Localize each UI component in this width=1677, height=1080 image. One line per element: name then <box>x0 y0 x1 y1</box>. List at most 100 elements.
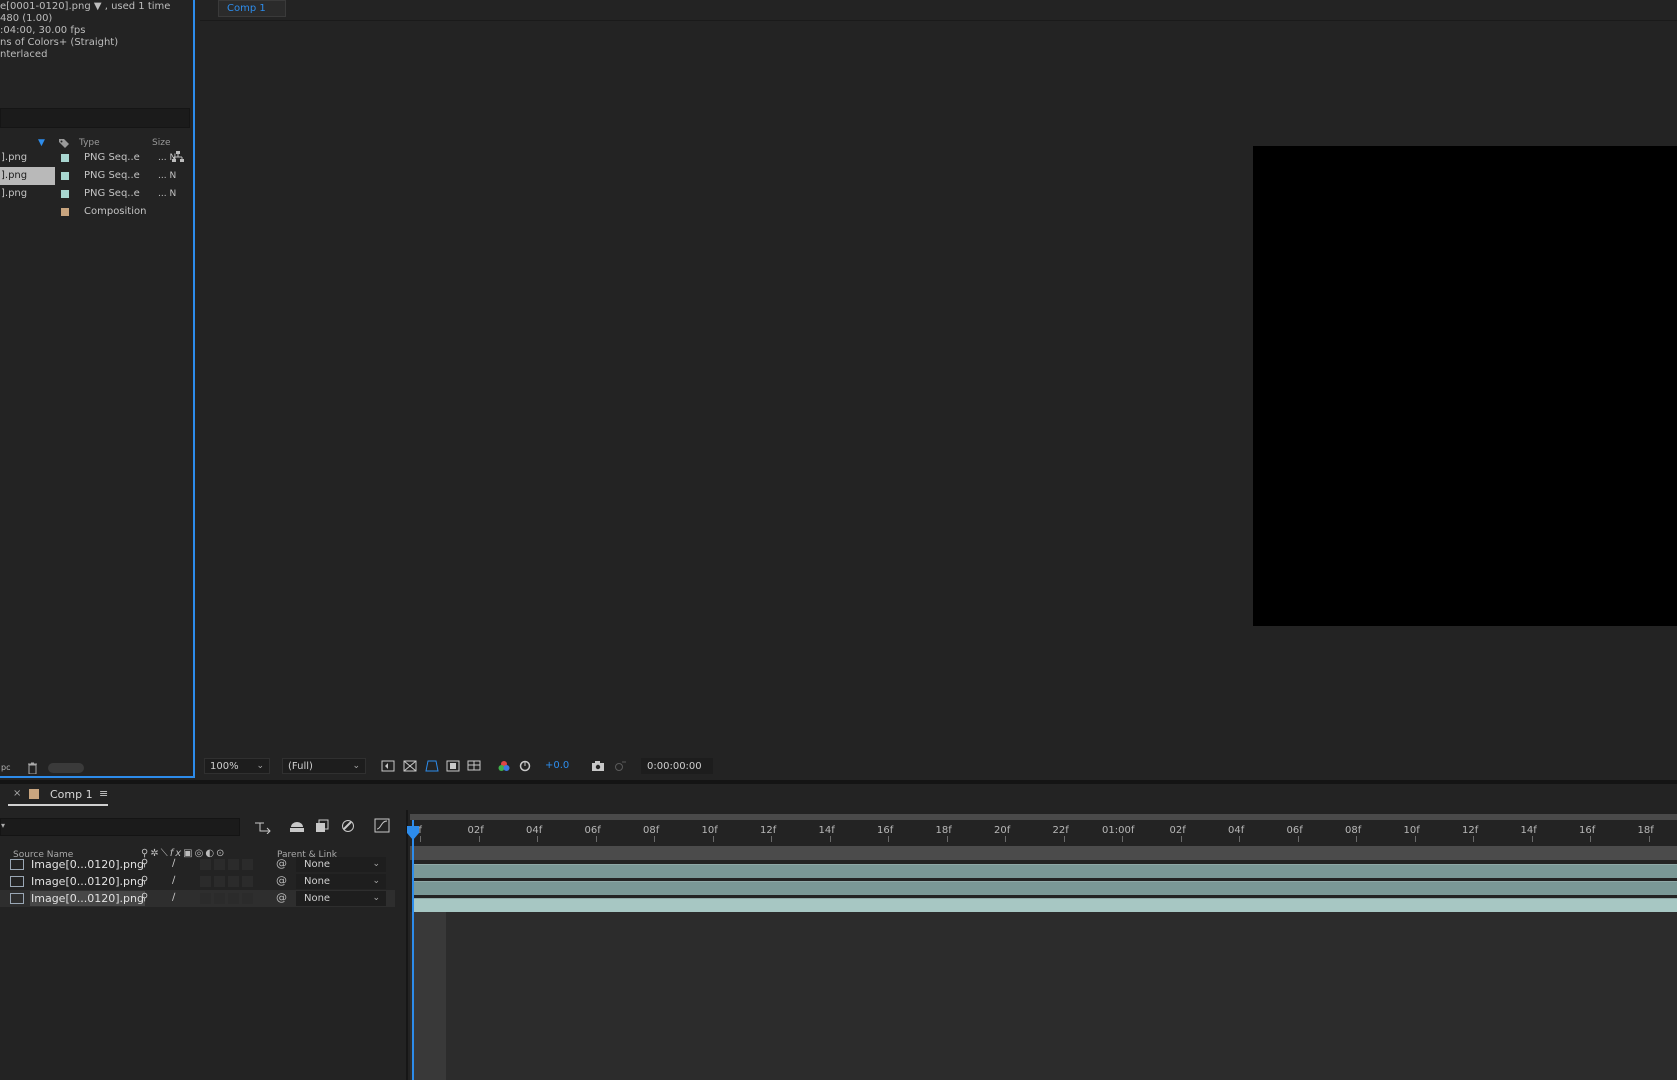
grid-guides-icon[interactable] <box>467 760 481 772</box>
parent-dropdown[interactable]: None ⌄ <box>296 891 386 906</box>
quality-switch-icon[interactable]: ∕ <box>172 858 175 869</box>
show-snapshot-icon[interactable] <box>613 760 627 772</box>
project-item-type: Composition <box>84 206 147 217</box>
current-time-indicator[interactable] <box>412 820 414 1080</box>
timeline-layer-row-selected[interactable]: Image[0...0120].png ⚲ ∕ @ None ⌄ <box>0 890 395 907</box>
current-time: 0:00:00:00 <box>647 761 702 772</box>
exposure-value[interactable]: +0.0 <box>545 760 569 771</box>
mask-visibility-icon[interactable] <box>425 760 439 772</box>
zoom-dropdown[interactable]: 100% ⌄ <box>204 758 270 774</box>
layer-search-input[interactable]: ▾ <box>0 818 240 836</box>
footage-layer-icon <box>10 876 24 887</box>
project-item-composition[interactable]: Composition <box>0 203 180 221</box>
switch-slot[interactable] <box>242 859 253 870</box>
switch-slot[interactable] <box>242 893 253 904</box>
switch-slot[interactable] <box>228 893 239 904</box>
ruler-tick-label: 22f <box>1052 825 1069 836</box>
label-swatch[interactable] <box>61 172 69 180</box>
switch-slot[interactable] <box>242 876 253 887</box>
chevron-down-icon: ⌄ <box>256 761 264 771</box>
switch-slot[interactable] <box>214 876 225 887</box>
project-item[interactable]: ].png PNG Seq..e ... N <box>0 149 180 167</box>
motion-blur-icon[interactable] <box>341 819 355 836</box>
graph-editor-icon[interactable] <box>374 818 390 836</box>
transparency-grid-icon[interactable] <box>403 760 417 772</box>
project-item-type: PNG Seq..e <box>84 188 140 199</box>
layer-duration-bar[interactable] <box>414 864 1677 878</box>
work-area-bar[interactable] <box>410 846 1677 860</box>
switch-slot[interactable] <box>228 876 239 887</box>
layer-duration-bar-selected[interactable] <box>414 898 1677 912</box>
footage-info-name: e[0001-0120].png ▼ , used 1 time <box>0 1 171 12</box>
shy-switch-icon[interactable]: ⚲ <box>141 875 148 886</box>
search-dropdown-icon[interactable]: ▾ <box>1 821 5 830</box>
label-swatch[interactable] <box>61 190 69 198</box>
timeline-tab-bar <box>0 784 1677 806</box>
parent-dropdown[interactable]: None ⌄ <box>296 857 386 872</box>
shy-layers-icon[interactable] <box>289 819 305 836</box>
switch-slot[interactable] <box>200 876 211 887</box>
switch-slot[interactable] <box>200 859 211 870</box>
ruler-tick-mark <box>771 836 772 842</box>
pick-whip-icon[interactable]: @ <box>276 857 287 870</box>
quality-switch-icon[interactable]: ∕ <box>172 892 175 903</box>
project-search-input[interactable] <box>0 108 190 128</box>
parent-value: None <box>304 893 331 904</box>
frame-blending-icon[interactable] <box>315 819 329 836</box>
reset-exposure-icon[interactable] <box>518 760 532 772</box>
column-type[interactable]: Type <box>79 138 100 148</box>
ruler-tick-mark <box>1297 836 1299 842</box>
project-item[interactable]: ].png PNG Seq..e ... N <box>0 185 180 203</box>
shy-switch-icon[interactable]: ⚲ <box>141 858 148 869</box>
quality-switch-icon[interactable]: ∕ <box>172 875 175 886</box>
project-item[interactable]: ].png PNG Seq..e ... N <box>0 167 180 185</box>
project-item-name: ].png <box>0 167 55 185</box>
timeline-empty-area[interactable] <box>410 912 1677 1080</box>
resolution-dropdown[interactable]: (Full) ⌄ <box>282 758 366 774</box>
fast-previews-icon[interactable] <box>381 760 395 772</box>
label-swatch[interactable] <box>61 208 69 216</box>
region-of-interest-icon[interactable] <box>446 760 460 772</box>
timeline-layer-row[interactable]: Image[0...0120].png ⚲ ∕ @ None ⌄ <box>0 873 395 890</box>
ruler-tick-mark <box>1063 836 1065 842</box>
flowchart-icon[interactable] <box>172 151 184 166</box>
layer-name[interactable]: Image[0...0120].png <box>30 874 145 889</box>
ruler-tick-label: 10f <box>701 825 718 836</box>
ruler-tick-mark <box>595 836 597 842</box>
label-swatch[interactable] <box>61 154 69 162</box>
tab-comp-1[interactable]: Comp 1 <box>218 0 286 17</box>
footage-info-dimensions: 480 (1.00) <box>0 13 53 24</box>
parent-dropdown[interactable]: None ⌄ <box>296 874 386 889</box>
ruler-tick-mark <box>478 836 480 842</box>
ruler-tick-label: 12f <box>1462 825 1479 836</box>
time-navigator-bar[interactable] <box>410 814 1677 820</box>
tab-timeline-comp-1[interactable]: × Comp 1 ≡ <box>8 784 108 806</box>
ruler-tick-label: 02f <box>1169 825 1186 836</box>
color-channels-icon[interactable] <box>497 760 511 772</box>
snapshot-camera-icon[interactable] <box>591 760 605 772</box>
sort-arrow-icon[interactable]: ▼ <box>38 138 45 148</box>
switch-slot[interactable] <box>200 893 211 904</box>
trash-icon[interactable] <box>27 762 38 777</box>
timeline-layer-row[interactable]: Image[0...0120].png ⚲ ∕ @ None ⌄ <box>0 856 395 873</box>
project-item-name: ].png <box>1 188 28 199</box>
timecode-display[interactable]: 0:00:00:00 <box>641 758 713 774</box>
shy-switch-icon[interactable]: ⚲ <box>141 892 148 903</box>
switch-slot[interactable] <box>214 893 225 904</box>
switch-slot[interactable] <box>214 859 225 870</box>
ruler-tick-mark <box>654 836 655 842</box>
layer-duration-bar[interactable] <box>414 881 1677 895</box>
layer-name[interactable]: Image[0...0120].png <box>30 891 145 906</box>
panel-menu-icon[interactable]: ≡ <box>99 787 108 800</box>
thumbnail-slider[interactable] <box>48 763 84 773</box>
bpc-label[interactable]: pc <box>1 763 10 772</box>
layer-name[interactable]: Image[0...0120].png <box>30 857 145 872</box>
comp-flowchart-icon[interactable] <box>254 820 272 837</box>
close-icon[interactable]: × <box>13 788 21 799</box>
composition-canvas[interactable] <box>1253 146 1677 626</box>
column-size[interactable]: Size <box>152 138 170 148</box>
pick-whip-icon[interactable]: @ <box>276 874 287 887</box>
switch-slot[interactable] <box>228 859 239 870</box>
timeline-divider[interactable] <box>406 810 408 1080</box>
pick-whip-icon[interactable]: @ <box>276 891 287 904</box>
